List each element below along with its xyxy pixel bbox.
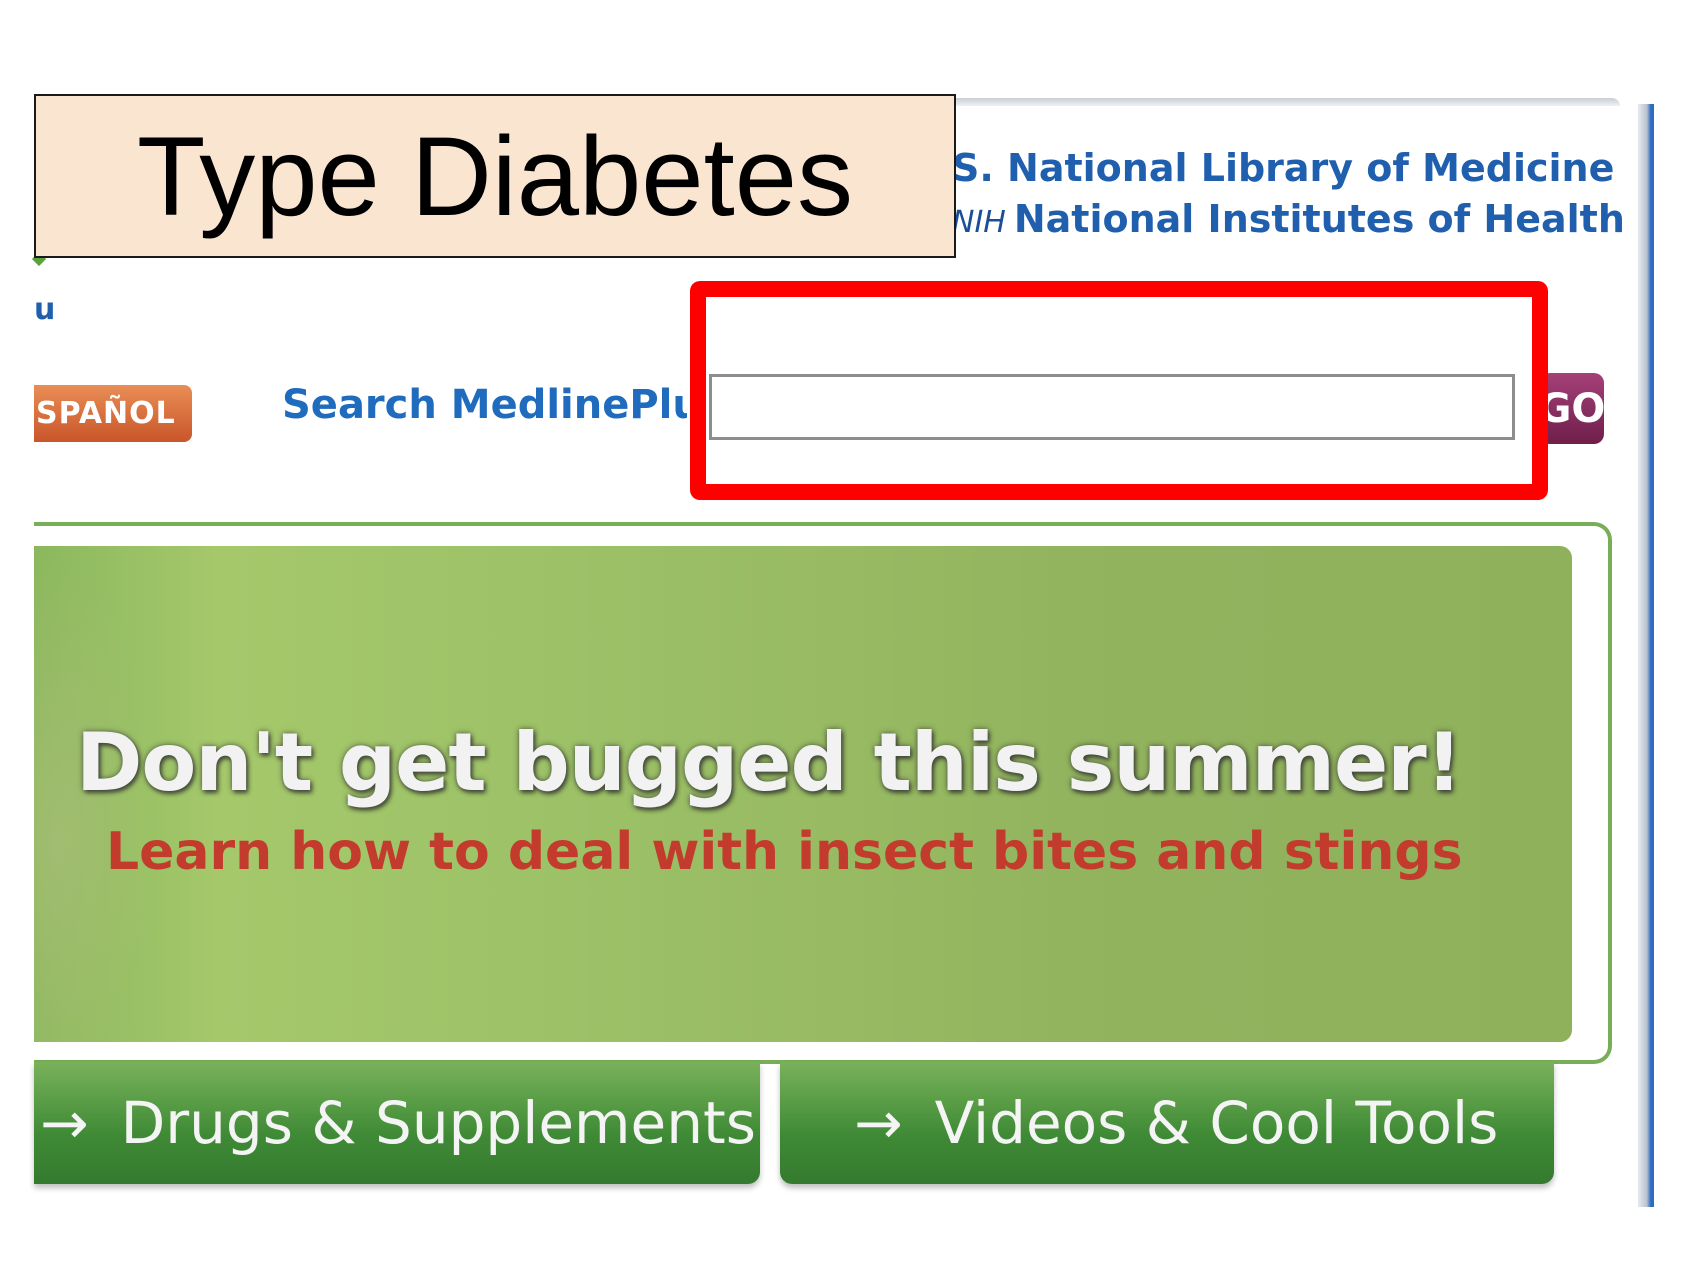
espanol-button[interactable]: SPAÑOL	[34, 385, 192, 442]
nih-line-label: National Institutes of Health	[1013, 197, 1625, 241]
nlm-link[interactable]: S. National Library of Medicine	[952, 146, 1614, 190]
tab-label: Drugs & Supplements	[120, 1089, 756, 1157]
go-button[interactable]: GO	[1540, 373, 1604, 444]
page-frame-top-border	[920, 98, 1620, 106]
banner-headline: Don't get bugged this summer!	[76, 716, 1462, 809]
search-highlight-box	[690, 281, 1548, 500]
promo-banner[interactable]: Don't get bugged this summer! Learn how …	[34, 546, 1572, 1042]
arrow-right-icon: →	[40, 1089, 89, 1157]
search-label: Search MedlinePlus	[282, 382, 687, 428]
page-frame-right-border	[1638, 104, 1654, 1207]
slide-title: Type Diabetes	[137, 113, 853, 239]
tab-drugs-supplements[interactable]: → Drugs & Supplements	[34, 1062, 760, 1184]
nav-link-fragment[interactable]: u	[34, 292, 55, 327]
tab-label: Videos & Cool Tools	[934, 1089, 1499, 1157]
nih-link[interactable]: NIH National Institutes of Health	[952, 197, 1625, 241]
tab-videos-cool-tools[interactable]: → Videos & Cool Tools	[780, 1062, 1554, 1184]
banner-subline: Learn how to deal with insect bites and …	[106, 822, 1463, 882]
slide-title-box: Type Diabetes	[34, 94, 956, 258]
arrow-right-icon: →	[854, 1089, 903, 1157]
nih-logo: NIH	[952, 205, 1006, 240]
